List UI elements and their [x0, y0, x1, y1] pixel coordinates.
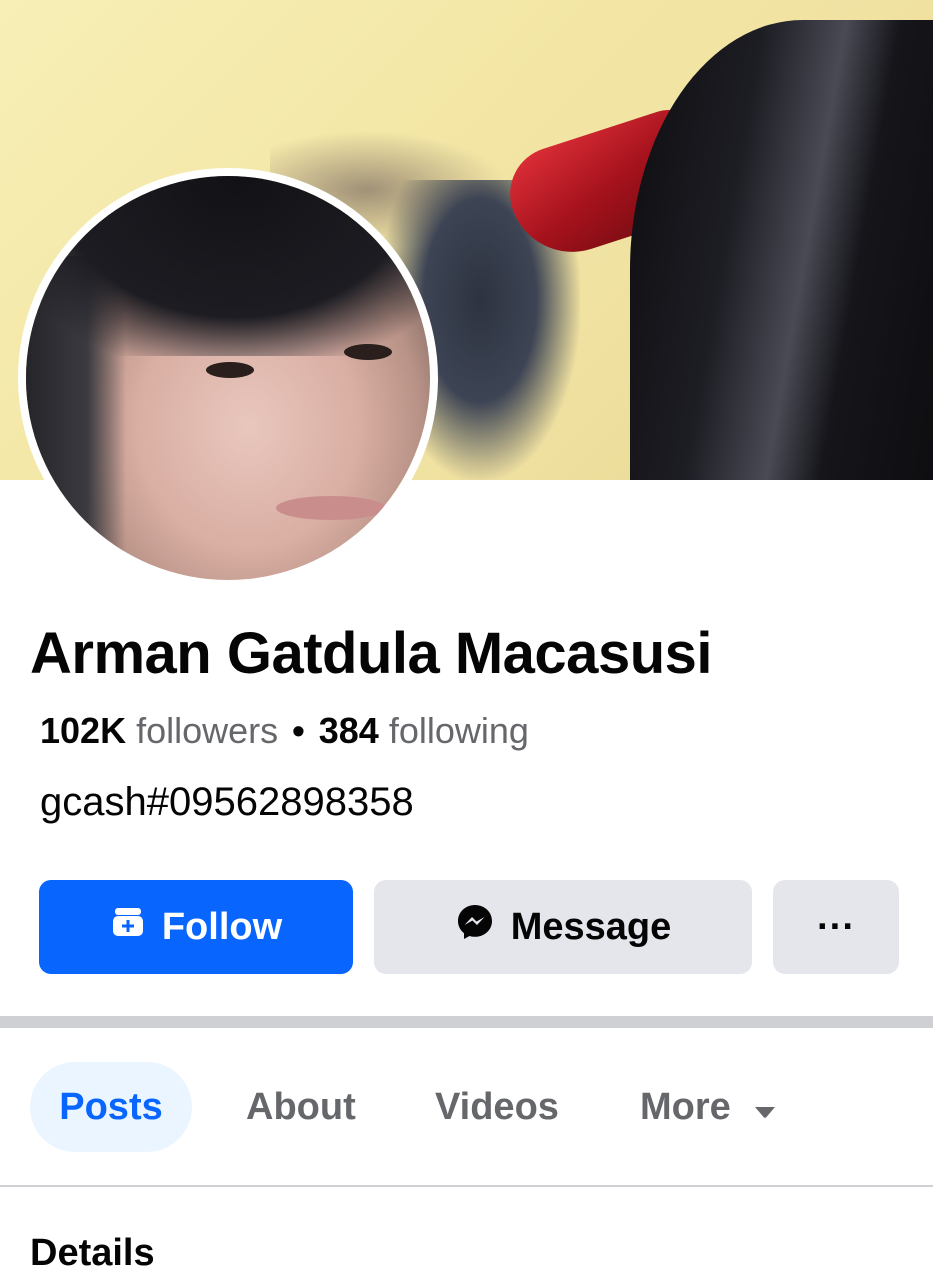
ellipsis-icon: ··· [817, 905, 855, 948]
add-friend-icon [110, 904, 146, 950]
following-link[interactable]: 384 following [319, 710, 529, 751]
profile-bio: gcash#09562898358 [40, 780, 414, 824]
profile-picture[interactable] [18, 168, 438, 588]
avatar-left-eye [206, 362, 254, 378]
followers-count: 102K [40, 710, 127, 751]
tab-more[interactable]: More [640, 1062, 777, 1152]
messenger-icon [455, 902, 495, 952]
tab-posts[interactable]: Posts [30, 1062, 192, 1152]
following-count: 384 [318, 710, 379, 751]
tab-videos-label: Videos [435, 1085, 559, 1128]
follow-stats: 102K followers • 384 following [40, 710, 529, 752]
caret-down-icon [753, 1086, 777, 1129]
followers-link[interactable]: 102K followers [40, 710, 278, 751]
tab-more-label: More [640, 1085, 731, 1128]
message-button-label: Message [510, 905, 672, 948]
tabs-divider [0, 1185, 933, 1187]
section-divider [0, 1016, 933, 1028]
details-heading: Details [30, 1232, 155, 1274]
avatar-bangs [26, 176, 430, 356]
followers-label: followers [136, 710, 279, 751]
cover-hair [630, 20, 933, 480]
message-button[interactable]: Message [374, 880, 752, 974]
tab-videos[interactable]: Videos [435, 1062, 559, 1152]
tab-about-label: About [246, 1085, 356, 1128]
following-label: following [388, 710, 529, 751]
more-options-button[interactable]: ··· [773, 880, 899, 974]
tab-about[interactable]: About [246, 1062, 356, 1152]
follow-button[interactable]: Follow [39, 880, 353, 974]
profile-name: Arman Gatdula Macasusi [30, 621, 713, 686]
avatar-right-eye [344, 344, 392, 360]
stats-separator: • [292, 710, 305, 751]
follow-button-label: Follow [161, 905, 283, 948]
avatar-lips [276, 496, 386, 520]
avatar [26, 176, 430, 580]
tab-posts-label: Posts [59, 1085, 163, 1128]
